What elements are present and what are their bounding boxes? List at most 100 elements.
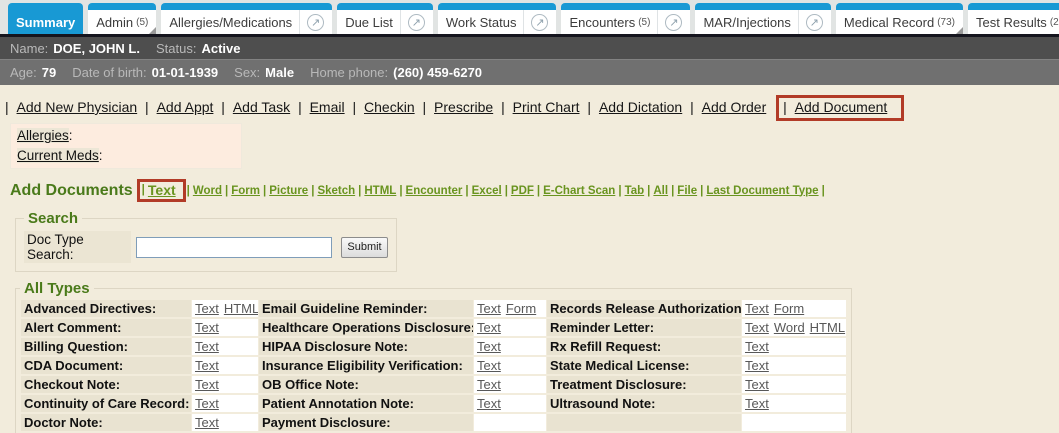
tab-due-list[interactable]: Due List ↗ xyxy=(337,3,433,34)
tab-medical-record[interactable]: Medical Record (73) xyxy=(836,3,963,34)
doc-format-last-document-type-link[interactable]: Last Document Type xyxy=(706,185,818,197)
add-new-physician-link[interactable]: Add New Physician xyxy=(17,99,138,115)
separator: | xyxy=(647,185,650,197)
prescribe-link[interactable]: Prescribe xyxy=(434,99,493,115)
doc-type-label: Ultrasound Note: xyxy=(547,395,741,412)
separator: | xyxy=(783,99,787,115)
doc-open-link[interactable]: Text xyxy=(477,358,501,373)
doc-open-link[interactable]: Text xyxy=(195,339,219,354)
doc-type-label: Rx Refill Request: xyxy=(547,338,741,355)
doc-format-excel-link[interactable]: Excel xyxy=(472,185,502,197)
separator: | xyxy=(671,185,674,197)
doc-format-sketch-link[interactable]: Sketch xyxy=(317,185,355,197)
open-popup-icon[interactable]: ↗ xyxy=(307,14,324,31)
table-row: Doctor Note: Text Payment Disclosure: xyxy=(21,414,846,431)
doc-type-links: Text xyxy=(474,319,546,336)
doc-open-link[interactable]: Text xyxy=(477,396,501,411)
doc-type-label: Records Release Authorization: xyxy=(547,300,741,317)
patient-status: Active xyxy=(201,41,240,56)
tab-summary[interactable]: Summary xyxy=(8,3,83,34)
tab-count: (73) xyxy=(937,17,955,28)
separator: | xyxy=(700,185,703,197)
doc-open-link[interactable]: Text xyxy=(195,415,219,430)
doc-open-link[interactable]: Text xyxy=(745,377,769,392)
doc-open-link[interactable]: Text xyxy=(477,320,501,335)
separator: | xyxy=(423,99,427,115)
doc-type-links: Text xyxy=(192,414,258,431)
separator: | xyxy=(399,185,402,197)
add-dictation-link[interactable]: Add Dictation xyxy=(599,99,682,115)
open-popup-icon[interactable]: ↗ xyxy=(806,14,823,31)
doc-open-link[interactable]: Text xyxy=(477,377,501,392)
doc-format-html-link[interactable]: HTML xyxy=(364,185,396,197)
doc-open-link[interactable]: Text xyxy=(195,396,219,411)
tab-encounters[interactable]: Encounters (5) ↗ xyxy=(561,3,690,34)
doc-format-echart-scan-link[interactable]: E-Chart Scan xyxy=(543,185,615,197)
add-appt-link[interactable]: Add Appt xyxy=(157,99,214,115)
add-documents-title: Add Documents xyxy=(10,182,133,200)
doc-type-label: Treatment Disclosure: xyxy=(547,376,741,393)
doc-open-link[interactable]: Text xyxy=(477,339,501,354)
doc-open-link[interactable]: Word xyxy=(774,320,805,335)
submit-button[interactable]: Submit xyxy=(341,237,388,258)
doc-format-pdf-link[interactable]: PDF xyxy=(511,185,534,197)
current-meds-link[interactable]: Current Meds xyxy=(17,148,99,163)
doc-format-encounter-link[interactable]: Encounter xyxy=(406,185,463,197)
doc-format-picture-link[interactable]: Picture xyxy=(269,185,308,197)
doc-open-link[interactable]: Form xyxy=(506,301,536,316)
patient-phone: (260) 459-6270 xyxy=(393,65,482,80)
open-popup-icon[interactable]: ↗ xyxy=(531,14,548,31)
doc-format-text-link[interactable]: Text xyxy=(148,182,176,198)
phone-label: Home phone: xyxy=(310,65,388,80)
tab-label: Work Status xyxy=(446,15,517,30)
doc-open-link[interactable]: Text xyxy=(195,358,219,373)
doc-type-links xyxy=(474,414,546,431)
doc-format-all-link[interactable]: All xyxy=(653,185,668,197)
tab-mar-injections[interactable]: MAR/Injections ↗ xyxy=(695,3,830,34)
tab-admin[interactable]: Admin (5) xyxy=(88,3,156,34)
doc-open-link[interactable]: Form xyxy=(774,301,804,316)
doc-open-link[interactable]: HTML xyxy=(224,301,258,316)
doc-open-link[interactable]: Text xyxy=(745,320,769,335)
add-order-link[interactable]: Add Order xyxy=(702,99,767,115)
sex-label: Sex: xyxy=(234,65,260,80)
checkin-link[interactable]: Checkin xyxy=(364,99,415,115)
doc-open-link[interactable]: Text xyxy=(745,301,769,316)
doc-types-table: Advanced Directives: TextHTML Email Guid… xyxy=(20,298,847,433)
doc-open-link[interactable]: Text xyxy=(745,358,769,373)
open-popup-icon[interactable]: ↗ xyxy=(408,14,425,31)
tab-test-results[interactable]: Test Results (2) xyxy=(968,3,1059,34)
tab-label: Summary xyxy=(16,15,75,30)
separator: | xyxy=(537,185,540,197)
email-link[interactable]: Email xyxy=(310,99,345,115)
doc-format-file-link[interactable]: File xyxy=(677,185,697,197)
doc-open-link[interactable]: Text xyxy=(195,301,219,316)
action-links-row: | Add New Physician | Add Appt | Add Tas… xyxy=(0,95,1059,121)
add-task-link[interactable]: Add Task xyxy=(233,99,290,115)
doc-open-link[interactable]: HTML xyxy=(810,320,845,335)
tab-work-status[interactable]: Work Status ↗ xyxy=(438,3,557,34)
doc-open-link[interactable]: Text xyxy=(745,396,769,411)
tab-allergies-medications[interactable]: Allergies/Medications ↗ xyxy=(161,3,332,34)
tab-label: Encounters xyxy=(569,15,635,30)
doc-type-links: Text Form xyxy=(474,300,546,317)
add-document-link[interactable]: Add Document xyxy=(795,99,888,115)
doc-type-links: Text xyxy=(742,376,846,393)
patient-sex: Male xyxy=(265,65,294,80)
doc-type-links: Text xyxy=(474,357,546,374)
doc-format-tab-link[interactable]: Tab xyxy=(625,185,645,197)
doc-format-word-link[interactable]: Word xyxy=(193,185,222,197)
doc-format-form-link[interactable]: Form xyxy=(231,185,260,197)
separator: | xyxy=(358,185,361,197)
doc-type-label: Payment Disclosure: xyxy=(259,414,473,431)
allergies-link[interactable]: Allergies xyxy=(17,128,69,143)
doc-type-label: Billing Question: xyxy=(21,338,191,355)
tab-label: Due List xyxy=(345,15,393,30)
doc-open-link[interactable]: Text xyxy=(195,320,219,335)
print-chart-link[interactable]: Print Chart xyxy=(513,99,580,115)
open-popup-icon[interactable]: ↗ xyxy=(665,14,682,31)
doc-open-link[interactable]: Text xyxy=(195,377,219,392)
doc-open-link[interactable]: Text xyxy=(745,339,769,354)
doc-type-search-input[interactable] xyxy=(136,237,332,258)
doc-open-link[interactable]: Text xyxy=(477,301,501,316)
